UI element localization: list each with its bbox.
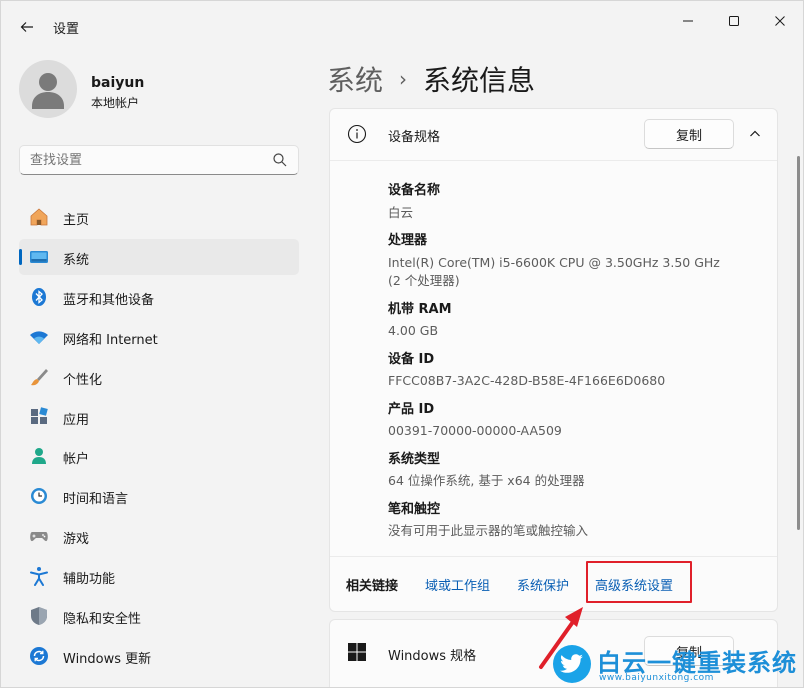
minimize-icon <box>683 20 693 22</box>
sidebar-item-label: 系统 <box>63 253 90 268</box>
active-indicator <box>19 249 22 265</box>
home-icon <box>30 208 48 226</box>
spec-label-product-id: 产品 ID <box>388 402 435 417</box>
sidebar-item-personalization[interactable]: 个性化 <box>19 359 299 395</box>
maximize-button[interactable] <box>718 7 750 35</box>
close-button[interactable] <box>764 7 796 35</box>
globe-clock-icon <box>31 488 47 504</box>
accessibility-icon <box>30 567 48 586</box>
divider <box>330 556 777 557</box>
sidebar-item-label: 隐私和安全性 <box>63 612 142 627</box>
page-title: 系统信息 <box>423 64 536 97</box>
divider <box>330 160 777 161</box>
watermark-logo <box>553 645 591 683</box>
sidebar-item-label: 辅助功能 <box>63 572 116 587</box>
spec-label-processor: 处理器 <box>388 233 428 248</box>
spec-value-processor-count: (2 个处理器) <box>388 273 460 288</box>
spec-value-ram: 4.00 GB <box>388 323 439 338</box>
spec-label-device-name: 设备名称 <box>388 183 441 198</box>
spec-label-system-type: 系统类型 <box>388 452 441 467</box>
sidebar-item-accounts[interactable]: 帐户 <box>19 438 299 474</box>
related-links-label: 相关链接 <box>346 579 399 594</box>
account-icon <box>32 448 46 464</box>
spec-value-product-id: 00391-70000-00000-AA509 <box>388 423 562 438</box>
sidebar-item-label: 主页 <box>63 213 90 228</box>
user-account-type: 本地帐户 <box>91 96 140 110</box>
search-icon[interactable] <box>272 152 288 168</box>
spec-value-pen-touch: 没有可用于此显示器的笔或触控输入 <box>388 523 589 538</box>
windows-logo-icon <box>348 643 366 661</box>
sidebar-item-label: 应用 <box>63 413 90 428</box>
apps-icon <box>31 407 48 424</box>
user-silhouette-icon <box>32 73 64 109</box>
sidebar-item-label: 游戏 <box>63 532 90 547</box>
info-icon <box>347 124 367 144</box>
back-button[interactable] <box>13 13 41 41</box>
bird-icon <box>560 654 583 673</box>
minimize-button[interactable] <box>672 7 704 35</box>
sidebar-item-system[interactable]: 系统 <box>19 239 299 275</box>
link-system-protection[interactable]: 系统保护 <box>517 575 569 594</box>
wifi-icon <box>30 331 48 344</box>
watermark: 白云一键重装系统 www.baiyunxitong.com <box>553 641 801 687</box>
copy-button[interactable]: 复制 <box>644 119 734 149</box>
spec-value-processor: Intel(R) Core(TM) i5-6600K CPU @ 3.50GHz… <box>388 255 720 270</box>
device-spec-card: 设备规格 复制 设备名称 白云 处理器 Intel(R) Core(TM) i5… <box>329 108 778 612</box>
spec-value-device-id: FFCC08B7-3A2C-428D-B58E-4F166E6D0680 <box>388 373 666 388</box>
gamepad-icon <box>30 532 48 542</box>
breadcrumb-parent[interactable]: 系统 <box>327 64 383 97</box>
search-input[interactable] <box>19 145 299 175</box>
brush-icon <box>31 369 48 386</box>
link-domain-workgroup[interactable]: 域或工作组 <box>425 575 490 594</box>
sidebar-item-network[interactable]: 网络和 Internet <box>19 319 299 355</box>
spec-label-device-id: 设备 ID <box>388 352 435 367</box>
sidebar-item-gaming[interactable]: 游戏 <box>19 518 299 554</box>
sidebar-item-label: 时间和语言 <box>63 492 129 507</box>
watermark-url: www.baiyunxitong.com <box>599 673 714 683</box>
highlight-box <box>586 561 692 603</box>
title-bar: 设置 <box>1 1 803 49</box>
collapse-button[interactable] <box>744 123 766 145</box>
shield-icon <box>31 607 47 625</box>
device-spec-title: 设备规格 <box>388 130 441 145</box>
back-arrow-icon <box>20 22 33 32</box>
spec-label-ram: 机带 RAM <box>388 302 452 317</box>
maximize-icon <box>729 16 739 26</box>
settings-window: 设置 baiyun 本地帐户 主页 系统 <box>0 0 804 688</box>
system-display-icon <box>30 251 48 263</box>
sidebar-item-label: 蓝牙和其他设备 <box>63 293 155 308</box>
avatar[interactable] <box>19 60 77 118</box>
bluetooth-icon <box>32 288 46 306</box>
sidebar-item-accessibility[interactable]: 辅助功能 <box>19 558 299 594</box>
close-icon <box>775 16 785 26</box>
sidebar-item-label: Windows 更新 <box>63 652 152 667</box>
sidebar-item-label: 个性化 <box>63 373 103 388</box>
window-title: 设置 <box>53 22 80 37</box>
sidebar-item-time-language[interactable]: 时间和语言 <box>19 478 299 514</box>
sidebar-item-bluetooth[interactable]: 蓝牙和其他设备 <box>19 279 299 315</box>
breadcrumb: 系统 › 系统信息 <box>327 59 535 99</box>
sidebar-item-privacy[interactable]: 隐私和安全性 <box>19 598 299 634</box>
spec-value-system-type: 64 位操作系统, 基于 x64 的处理器 <box>388 473 585 488</box>
scrollbar[interactable] <box>797 156 800 530</box>
update-icon <box>30 647 48 665</box>
sidebar-item-label: 网络和 Internet <box>63 333 158 348</box>
spec-label-pen-touch: 笔和触控 <box>388 502 441 517</box>
spec-value-device-name: 白云 <box>388 205 414 220</box>
chevron-up-icon <box>750 130 760 137</box>
sidebar-item-windows-update[interactable]: Windows 更新 <box>19 638 299 674</box>
sidebar-item-home[interactable]: 主页 <box>19 199 299 235</box>
windows-spec-title: Windows 规格 <box>388 649 477 664</box>
user-name: baiyun <box>91 75 145 91</box>
breadcrumb-separator: › <box>399 67 408 91</box>
sidebar-item-label: 帐户 <box>63 452 90 467</box>
sidebar-item-apps[interactable]: 应用 <box>19 399 299 435</box>
